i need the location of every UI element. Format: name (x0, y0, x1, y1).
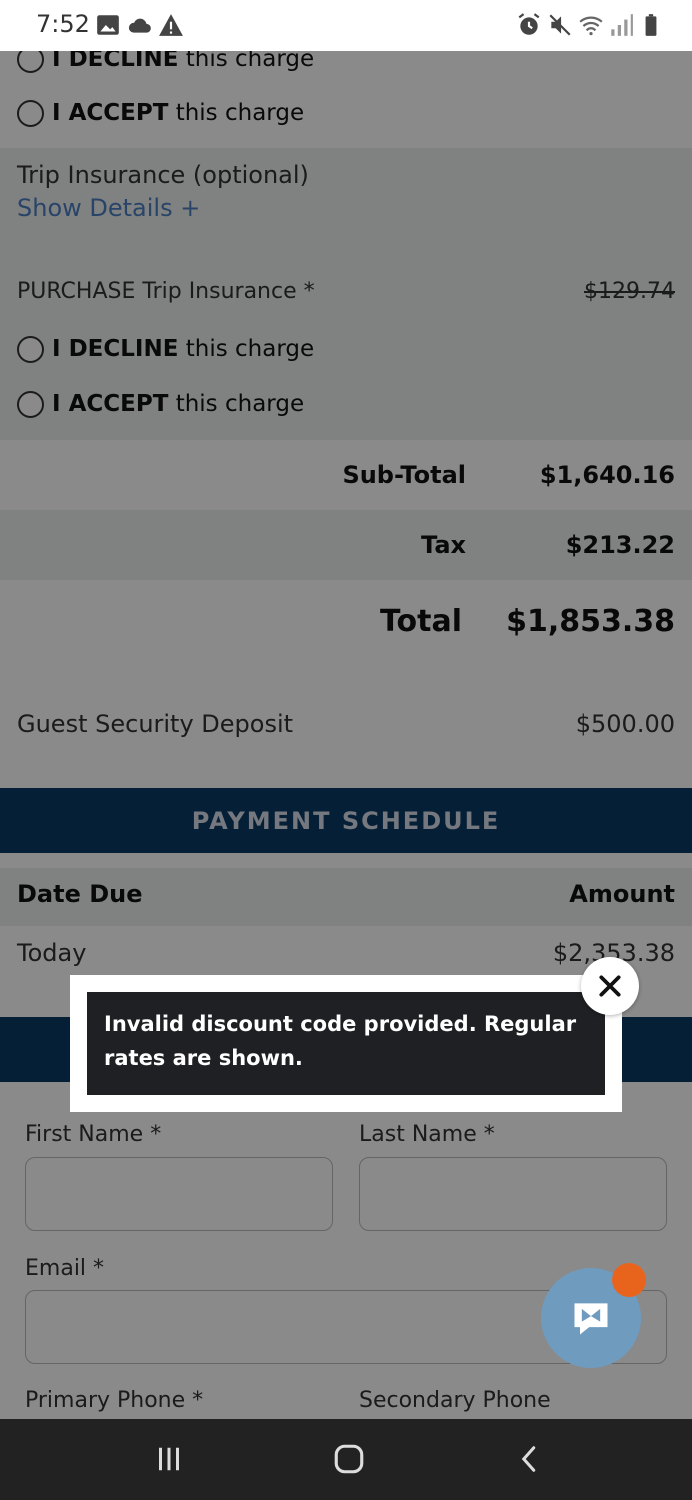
cloud-icon (128, 18, 151, 33)
toast-message: Invalid discount code provided. Regular … (87, 992, 605, 1095)
battery-icon (645, 14, 657, 36)
mute-icon (549, 14, 571, 36)
system-nav-bar (0, 1419, 692, 1500)
image-icon (97, 15, 119, 35)
alarm-icon (518, 13, 540, 35)
home-icon (334, 1444, 364, 1474)
close-icon (599, 975, 621, 997)
chat-logo-icon (574, 1303, 608, 1335)
back-button[interactable] (510, 1439, 550, 1479)
recents-icon (159, 1447, 179, 1471)
notification-badge (612, 1263, 646, 1297)
wifi-icon (579, 16, 603, 36)
error-toast: Invalid discount code provided. Regular … (70, 975, 622, 1112)
back-icon (521, 1446, 536, 1472)
modal-backdrop[interactable] (0, 51, 692, 1419)
status-bar: 7:52 (0, 0, 692, 51)
home-button[interactable] (329, 1439, 369, 1479)
signal-icon (611, 14, 633, 36)
warning-icon (159, 14, 183, 36)
close-toast-button[interactable] (581, 957, 639, 1015)
recent-apps-button[interactable] (149, 1439, 189, 1479)
status-time: 7:52 (36, 10, 90, 38)
